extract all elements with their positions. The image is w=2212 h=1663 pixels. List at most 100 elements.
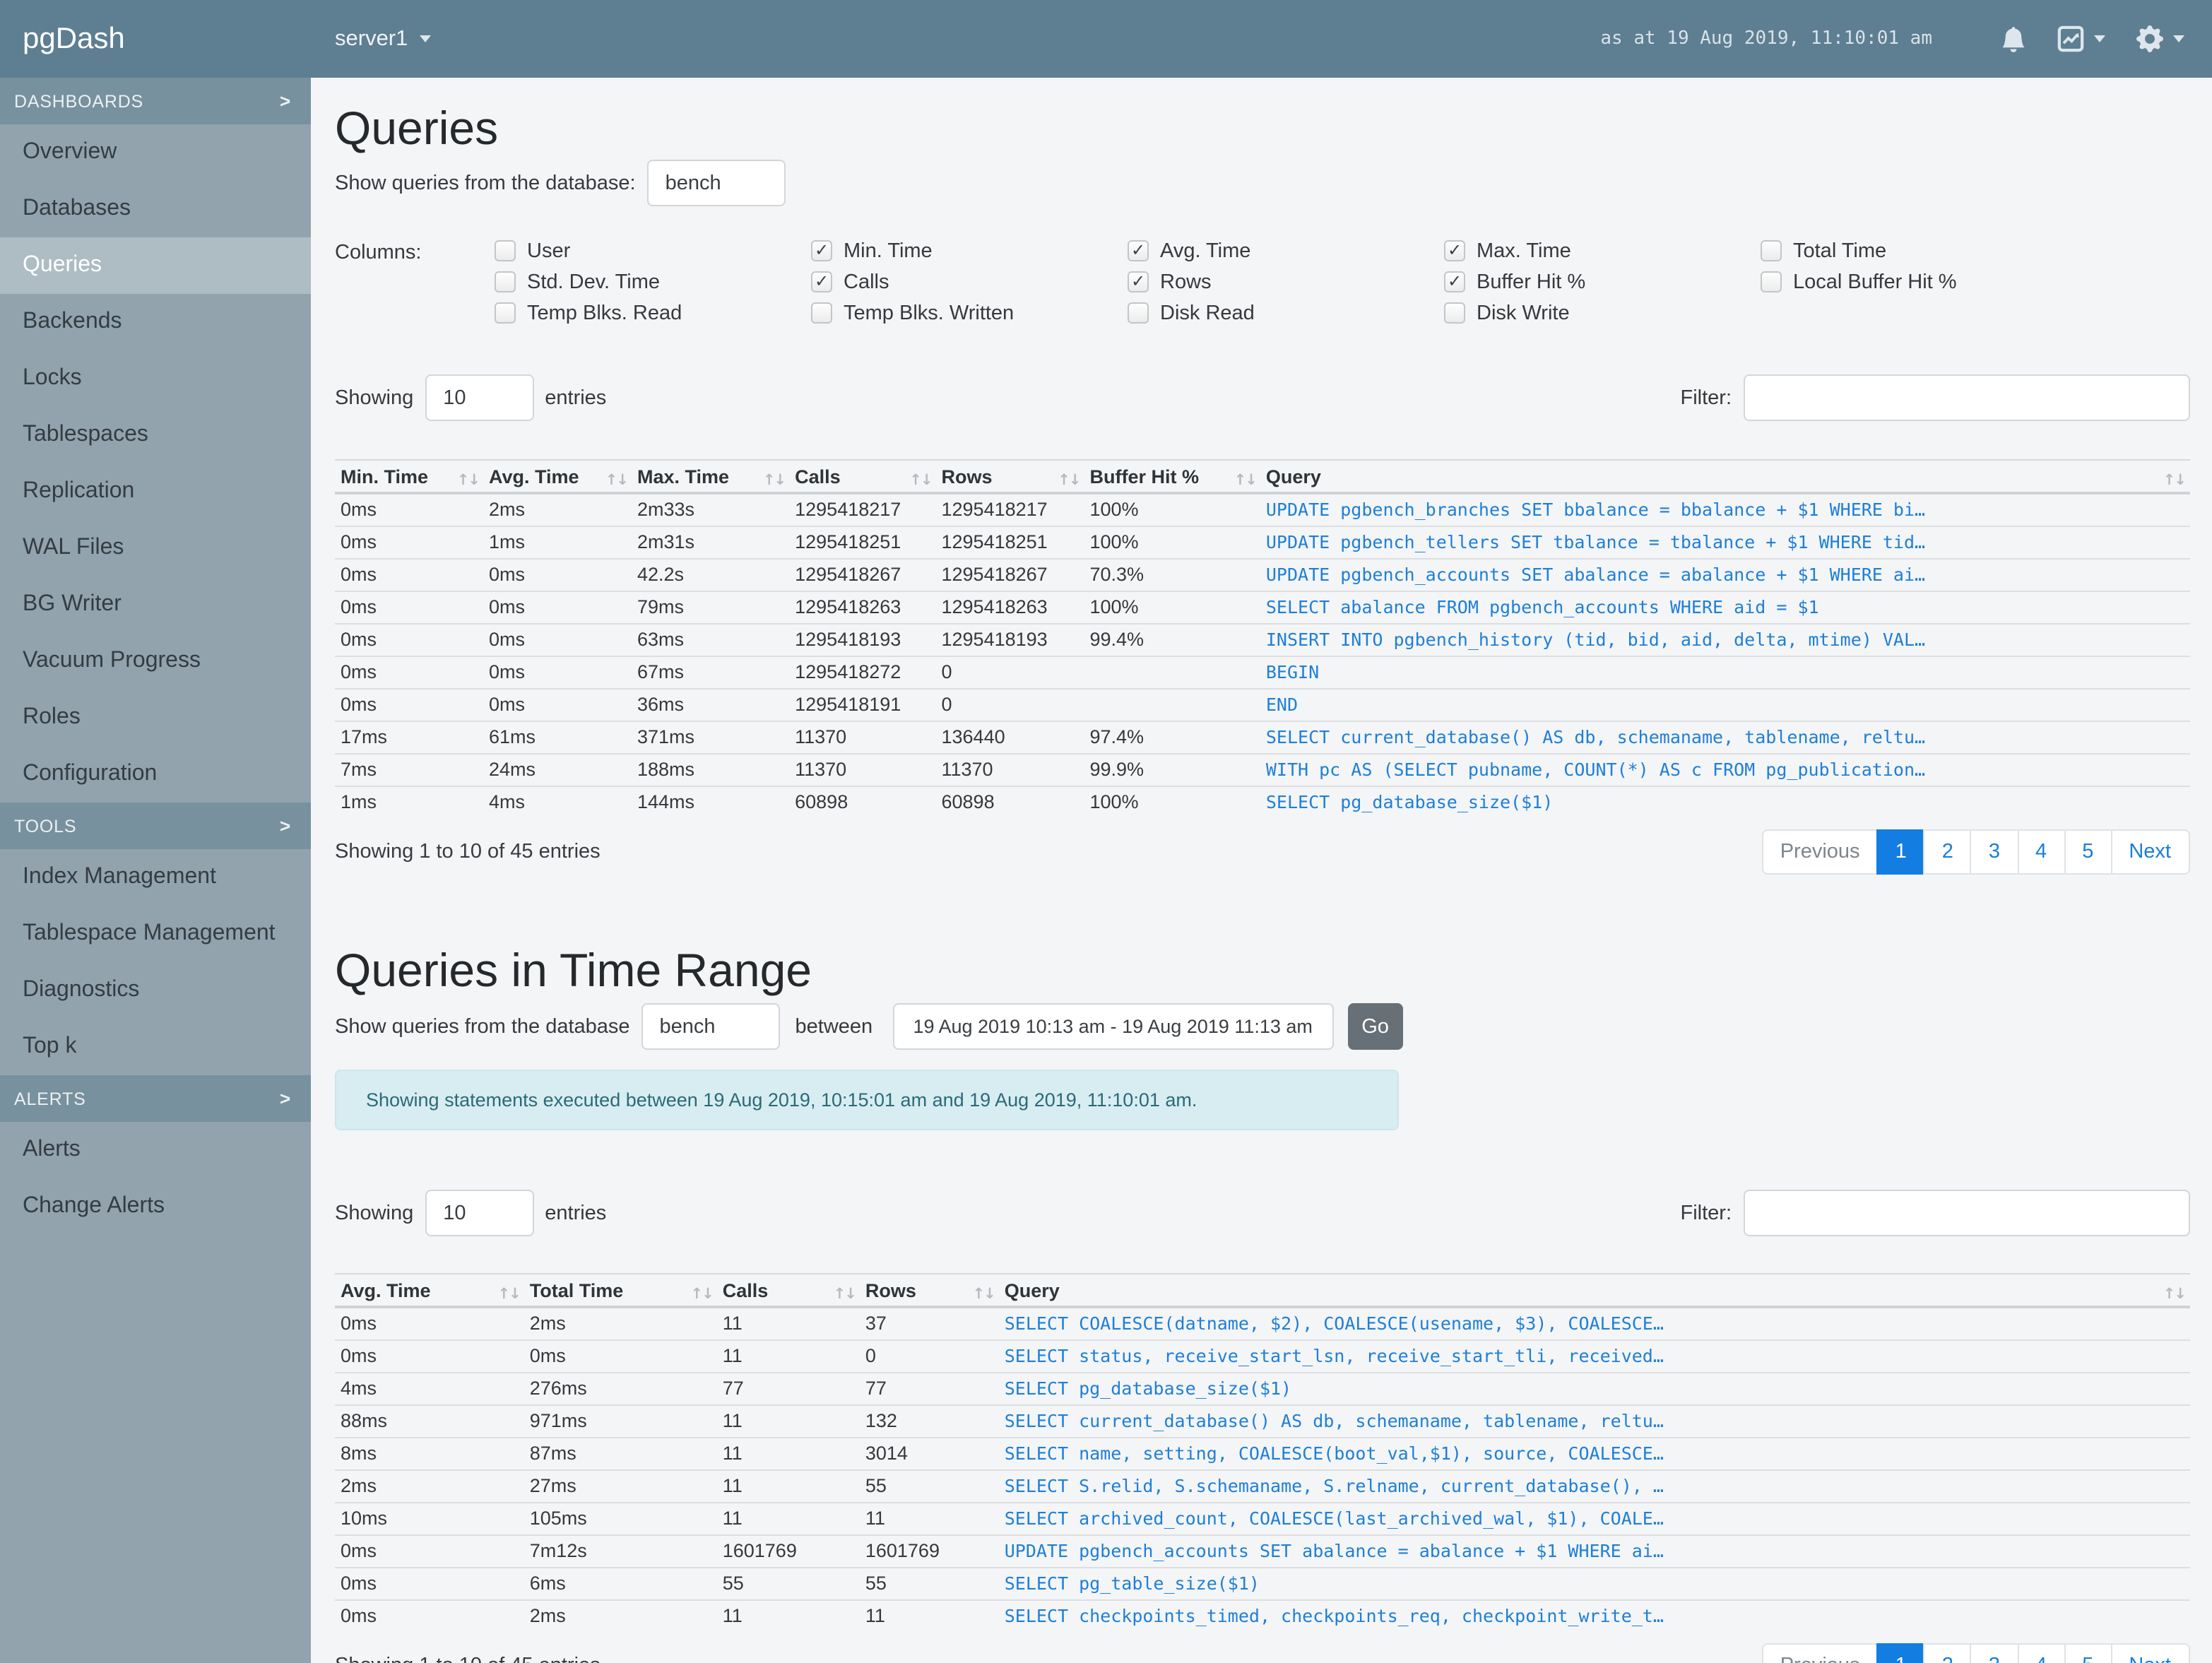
pagination-page[interactable]: 5 <box>2064 1643 2112 1663</box>
query-link[interactable]: SELECT archived_count, COALESCE(last_arc… <box>1005 1508 1664 1529</box>
column-header-max-time[interactable]: Max. Time <box>632 460 790 495</box>
sidebar-item[interactable]: Queries <box>0 237 311 294</box>
column-header-buffer-hit[interactable]: Buffer Hit % <box>1084 460 1260 495</box>
pagination-page[interactable]: 1 <box>1876 1643 1925 1663</box>
pagination-page[interactable]: 1 <box>1876 829 1925 875</box>
column-option[interactable]: Total Time <box>1761 239 2077 262</box>
sidebar-item[interactable]: Configuration <box>0 746 311 803</box>
database-input[interactable] <box>641 1003 780 1050</box>
column-checkbox[interactable] <box>811 271 832 292</box>
pagination-page[interactable]: 2 <box>1923 829 1972 875</box>
column-option[interactable]: Rows <box>1128 271 1444 293</box>
query-link[interactable]: UPDATE pgbench_accounts SET abalance = a… <box>1005 1540 1664 1561</box>
pagination-next[interactable]: Next <box>2110 1643 2189 1663</box>
column-option[interactable]: Max. Time <box>1444 239 1761 262</box>
sidebar-item[interactable]: Vacuum Progress <box>0 633 311 690</box>
pagination-page[interactable]: 5 <box>2064 829 2112 875</box>
column-option[interactable]: Disk Read <box>1128 302 1444 324</box>
query-link[interactable]: SELECT pg_database_size($1) <box>1266 792 1553 813</box>
query-link[interactable]: SELECT current_database() AS db, scheman… <box>1005 1410 1664 1431</box>
column-checkbox[interactable] <box>811 302 832 324</box>
sidebar-item[interactable]: BG Writer <box>0 576 311 633</box>
column-header-min-time[interactable]: Min. Time <box>335 460 483 495</box>
column-option[interactable]: Disk Write <box>1444 302 1761 324</box>
pagination-page[interactable]: 3 <box>1970 829 2019 875</box>
sidebar-item[interactable]: Tablespaces <box>0 407 311 463</box>
pagination-previous[interactable]: Previous <box>1761 829 1879 875</box>
sidebar-item[interactable]: Diagnostics <box>0 962 311 1019</box>
notifications-button[interactable] <box>2000 26 2025 52</box>
column-option[interactable]: User <box>495 239 811 262</box>
query-link[interactable]: SELECT current_database() AS db, scheman… <box>1266 726 1925 747</box>
sidebar-item[interactable]: Alerts <box>0 1122 311 1178</box>
query-link[interactable]: BEGIN <box>1266 661 1319 682</box>
pagination-previous[interactable]: Previous <box>1761 1643 1879 1663</box>
query-link[interactable]: SELECT checkpoints_timed, checkpoints_re… <box>1005 1606 1664 1627</box>
database-input[interactable] <box>646 160 786 206</box>
column-checkbox[interactable] <box>1128 271 1149 292</box>
column-checkbox[interactable] <box>1761 271 1782 292</box>
column-header-query[interactable]: Query <box>1260 460 2189 495</box>
column-checkbox[interactable] <box>1444 271 1465 292</box>
pagination-page[interactable]: 2 <box>1923 1643 1972 1663</box>
query-link[interactable]: UPDATE pgbench_accounts SET abalance = a… <box>1266 564 1925 585</box>
pagination-page[interactable]: 3 <box>1970 1643 2019 1663</box>
column-checkbox[interactable] <box>1444 302 1465 324</box>
column-checkbox[interactable] <box>1128 239 1149 261</box>
column-option[interactable]: Std. Dev. Time <box>495 271 811 293</box>
page-size-input[interactable] <box>425 374 534 421</box>
column-checkbox[interactable] <box>811 239 832 261</box>
query-link[interactable]: SELECT COALESCE(datname, $2), COALESCE(u… <box>1005 1313 1664 1334</box>
query-link[interactable]: WITH pc AS (SELECT pubname, COUNT(*) AS … <box>1266 759 1925 780</box>
query-link[interactable]: SELECT S.relid, S.schemaname, S.relname,… <box>1005 1475 1664 1496</box>
sidebar-item[interactable]: Replication <box>0 463 311 520</box>
column-checkbox[interactable] <box>1761 240 1782 261</box>
column-option[interactable]: Calls <box>811 271 1128 293</box>
column-header-total-time[interactable]: Total Time <box>524 1274 717 1308</box>
sidebar-item[interactable]: Top k <box>0 1019 311 1075</box>
column-option[interactable]: Avg. Time <box>1128 239 1444 262</box>
column-option[interactable]: Buffer Hit % <box>1444 271 1761 293</box>
date-range-input[interactable] <box>892 1003 1334 1050</box>
query-link[interactable]: END <box>1266 694 1298 715</box>
filter-input[interactable] <box>1743 374 2189 421</box>
column-option[interactable]: Temp Blks. Read <box>495 302 811 324</box>
pagination-next[interactable]: Next <box>2110 829 2189 875</box>
query-link[interactable]: SELECT pg_database_size($1) <box>1005 1378 1291 1399</box>
sidebar-item[interactable]: Backends <box>0 294 311 350</box>
column-option[interactable]: Local Buffer Hit % <box>1761 271 2077 293</box>
pagination-page[interactable]: 4 <box>2017 829 2066 875</box>
sidebar-item[interactable]: Index Management <box>0 849 311 906</box>
column-header-query[interactable]: Query <box>998 1274 2189 1308</box>
query-link[interactable]: UPDATE pgbench_tellers SET tbalance = tb… <box>1266 531 1925 552</box>
query-link[interactable]: UPDATE pgbench_branches SET bbalance = b… <box>1266 499 1925 521</box>
sidebar-item[interactable]: Tablespace Management <box>0 906 311 962</box>
pagination-page[interactable]: 4 <box>2017 1643 2066 1663</box>
sidebar-section-tools[interactable]: TOOLS > <box>0 803 311 849</box>
column-checkbox[interactable] <box>1128 302 1149 324</box>
query-link[interactable]: SELECT pg_table_size($1) <box>1005 1573 1260 1594</box>
charts-menu-button[interactable] <box>2057 25 2105 52</box>
column-option[interactable]: Temp Blks. Written <box>811 302 1128 324</box>
column-header-rows[interactable]: Rows <box>859 1274 999 1308</box>
settings-menu-button[interactable] <box>2136 25 2184 52</box>
column-header-calls[interactable]: Calls <box>789 460 936 495</box>
column-checkbox[interactable] <box>495 271 516 292</box>
sidebar-item[interactable]: WAL Files <box>0 520 311 576</box>
sidebar-section-dashboards[interactable]: DASHBOARDS > <box>0 78 311 124</box>
server-selector[interactable]: server1 <box>335 26 431 52</box>
column-checkbox[interactable] <box>1444 239 1465 261</box>
query-link[interactable]: SELECT abalance FROM pgbench_accounts WH… <box>1266 596 1819 617</box>
sidebar-item[interactable]: Overview <box>0 124 311 181</box>
query-link[interactable]: SELECT name, setting, COALESCE(boot_val,… <box>1005 1443 1664 1464</box>
column-option[interactable]: Min. Time <box>811 239 1128 262</box>
column-checkbox[interactable] <box>495 240 516 261</box>
sidebar-item[interactable]: Databases <box>0 181 311 237</box>
column-header-rows[interactable]: Rows <box>935 460 1084 495</box>
sidebar-item[interactable]: Locks <box>0 350 311 407</box>
query-link[interactable]: INSERT INTO pgbench_history (tid, bid, a… <box>1266 629 1925 650</box>
query-link[interactable]: SELECT status, receive_start_lsn, receiv… <box>1005 1345 1664 1366</box>
filter-input[interactable] <box>1743 1190 2189 1236</box>
sidebar-item[interactable]: Change Alerts <box>0 1178 311 1235</box>
page-size-input[interactable] <box>425 1190 534 1236</box>
